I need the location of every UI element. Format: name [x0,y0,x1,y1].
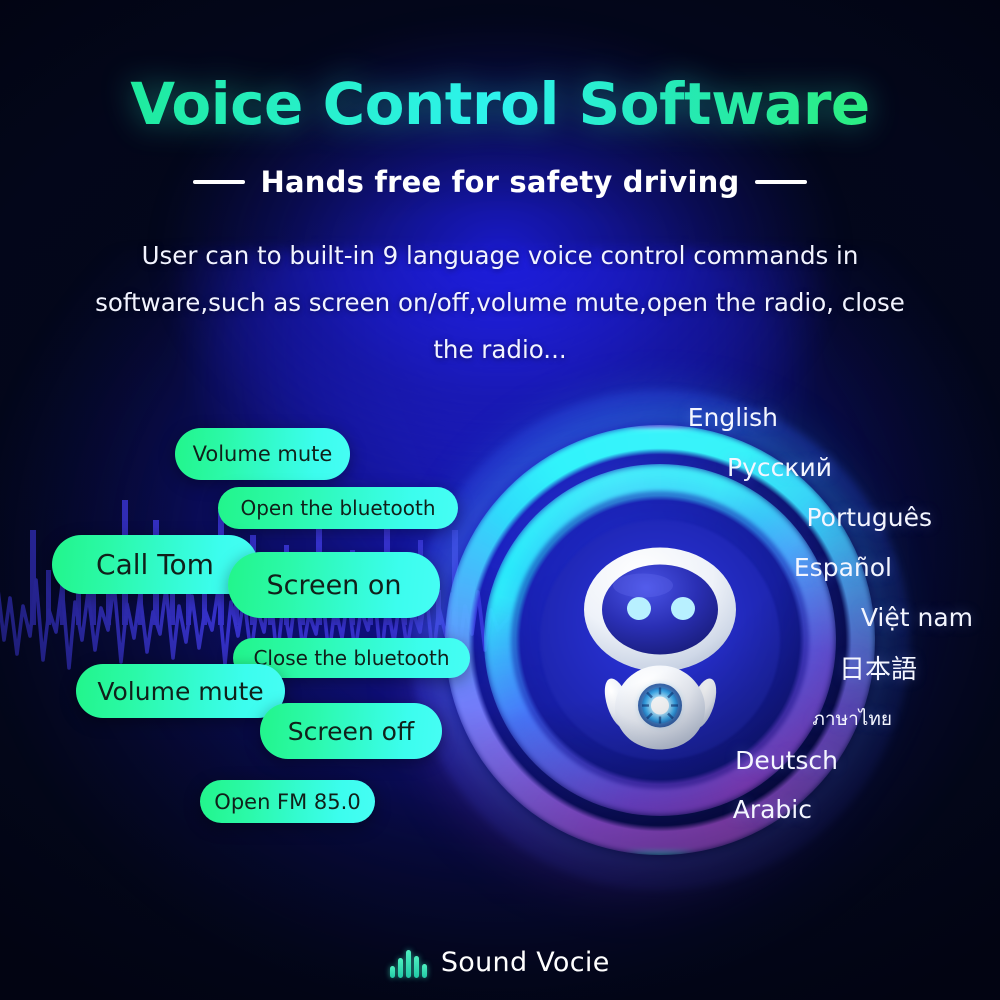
language-item: Arabic [732,795,812,824]
subtitle-row: Hands free for safety driving [0,165,1000,199]
brand-name: Sound Vocie [440,947,610,978]
page-subtitle: Hands free for safety driving [260,165,740,199]
rule-left [192,180,245,184]
command-bubble[interactable]: Screen off [260,703,442,759]
sound-waveform-icon [390,948,427,978]
language-item: Português [806,503,932,532]
language-item: English [687,403,778,432]
language-item: ภาษาไทย [812,708,892,730]
page-description: User can to built-in 9 language voice co… [95,241,905,364]
waveform-bar [422,963,427,978]
robot-eye-right [671,597,695,620]
command-bubble[interactable]: Open FM 85.0 [200,780,375,823]
language-item: Русский [727,453,832,482]
waveform-bar [406,949,411,978]
brand-footer: Sound Vocie [0,947,1000,978]
waveform-bar [390,965,395,978]
rule-right [755,180,808,184]
robot-mascot [584,547,736,750]
robot-eye-left [627,597,651,620]
command-bubble[interactable]: Screen on [228,552,440,618]
command-bubble[interactable]: Volume mute [76,664,285,718]
command-bubble[interactable]: Open the bluetooth [218,487,458,529]
waveform-bar [398,957,403,978]
command-bubble[interactable]: Volume mute [175,428,350,480]
language-item: Español [793,553,892,582]
page-title: Voice Control Software [0,70,1000,138]
poster-canvas: Voice Control Software Hands free for sa… [0,0,1000,1000]
language-item: Việt nam [860,603,973,632]
language-item: Deutsch [735,746,838,775]
language-item: 日本語 [838,655,917,685]
waveform-bar [414,955,419,978]
